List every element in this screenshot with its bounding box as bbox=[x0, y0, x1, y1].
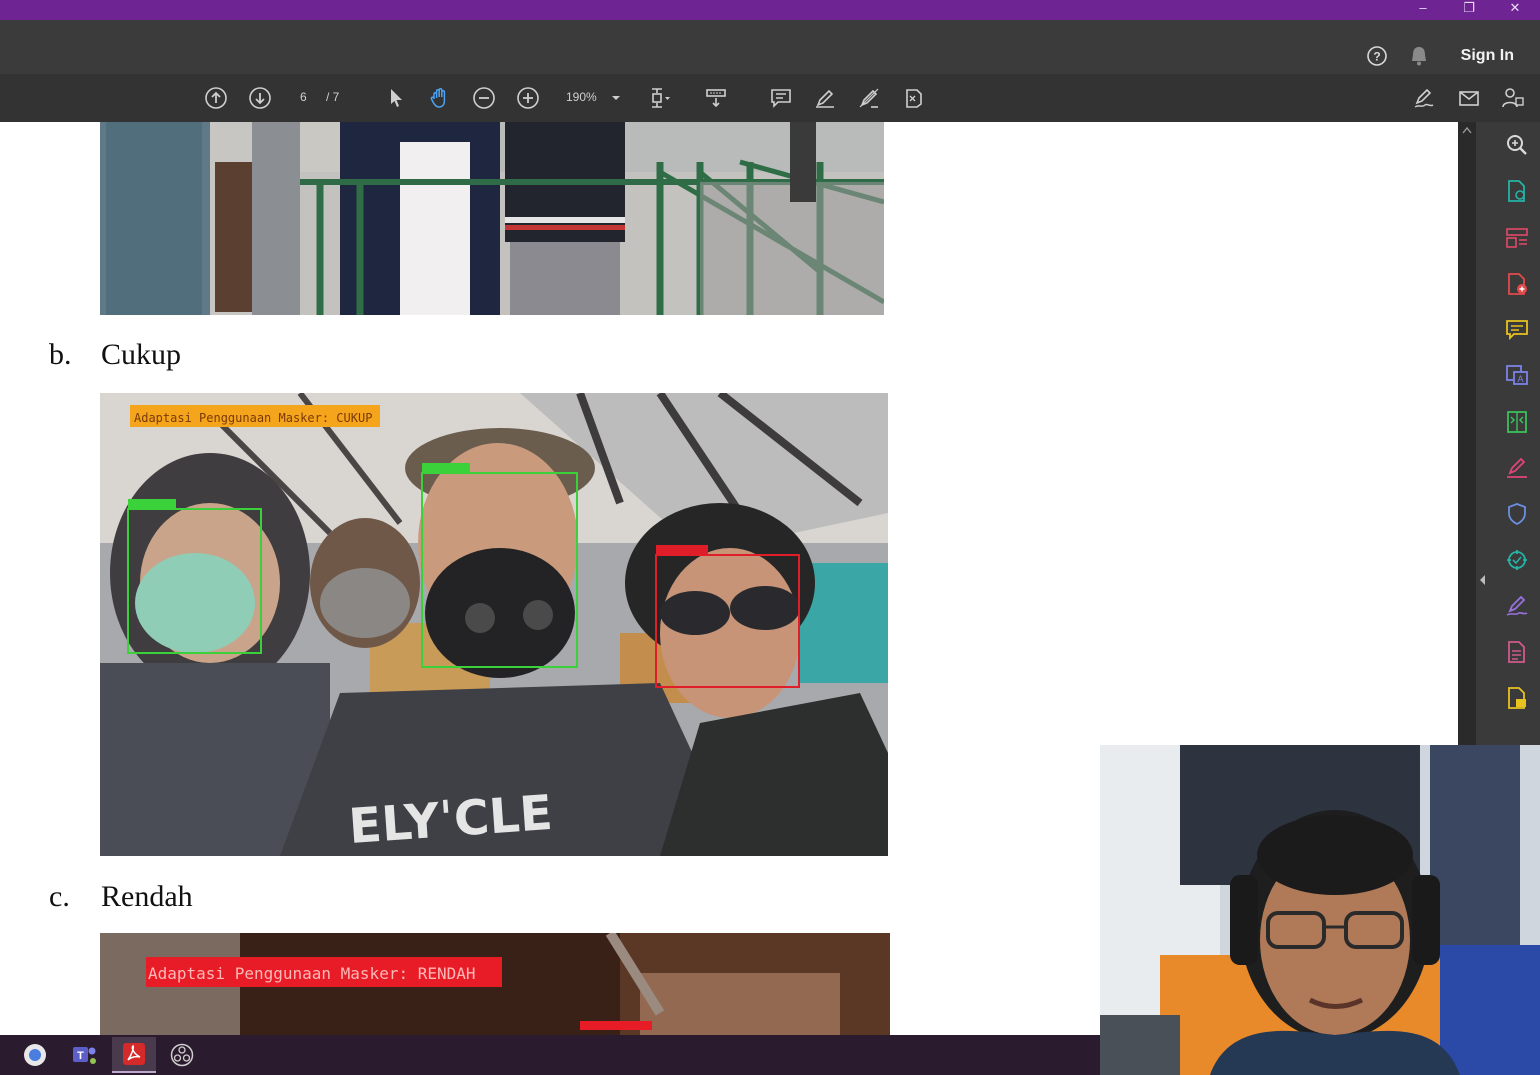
edit-pdf-icon[interactable] bbox=[1504, 547, 1530, 573]
search-icon[interactable] bbox=[1504, 132, 1530, 158]
bell-icon[interactable] bbox=[1409, 45, 1429, 67]
comment-icon[interactable] bbox=[767, 84, 795, 112]
collapse-panel-icon[interactable] bbox=[1479, 574, 1487, 586]
app-header: ? Sign In bbox=[0, 20, 1540, 74]
sign-icon[interactable] bbox=[1410, 84, 1438, 112]
protect-icon[interactable] bbox=[1504, 501, 1530, 527]
page-up-icon[interactable] bbox=[202, 84, 230, 112]
svg-text:?: ? bbox=[1373, 50, 1380, 64]
select-cursor-icon[interactable] bbox=[382, 84, 410, 112]
fit-page-icon[interactable] bbox=[646, 84, 674, 112]
scan-icon[interactable] bbox=[1504, 639, 1530, 665]
section-c-letter: c. bbox=[49, 880, 70, 913]
zoom-dropdown-icon[interactable] bbox=[604, 84, 628, 112]
stamp-icon[interactable] bbox=[899, 84, 927, 112]
zoom-in-icon[interactable] bbox=[514, 84, 542, 112]
page-number-input[interactable]: 6 bbox=[300, 90, 307, 104]
webcam-overlay bbox=[1100, 745, 1540, 1075]
section-b-heading: Cukup bbox=[101, 338, 182, 371]
highlight-pen-icon[interactable] bbox=[811, 84, 839, 112]
compress-icon[interactable] bbox=[1504, 409, 1530, 435]
zoom-out-icon[interactable] bbox=[470, 84, 498, 112]
help-icon[interactable]: ? bbox=[1366, 45, 1388, 67]
detection-image-cukup: ELYˈCLE Adaptasi Penggunaan Masker: CUKU… bbox=[100, 393, 888, 856]
zoom-level[interactable]: 190% bbox=[566, 90, 597, 104]
teams-icon[interactable]: T bbox=[62, 1037, 106, 1073]
detection-image-previous bbox=[100, 122, 884, 315]
create-pdf-icon[interactable] bbox=[1504, 271, 1530, 297]
comment-panel-icon[interactable] bbox=[1504, 317, 1530, 343]
account-icon[interactable] bbox=[1499, 84, 1527, 112]
page-total: / 7 bbox=[326, 90, 340, 104]
vertical-scrollbar[interactable] bbox=[1458, 122, 1476, 745]
banner-rendah-text: Adaptasi Penggunaan Masker: RENDAH bbox=[148, 964, 476, 983]
acrobat-icon[interactable] bbox=[112, 1037, 156, 1073]
sign-in-button[interactable]: Sign In bbox=[1461, 47, 1514, 65]
page-down-icon[interactable] bbox=[246, 84, 274, 112]
email-icon[interactable] bbox=[1455, 84, 1483, 112]
detection-image-rendah: Adaptasi Penggunaan Masker: RENDAH bbox=[100, 933, 890, 1035]
obs-icon[interactable] bbox=[160, 1037, 204, 1073]
request-signature-icon[interactable] bbox=[1504, 593, 1530, 619]
close-button[interactable]: ✕ bbox=[1492, 0, 1538, 20]
hand-tool-icon[interactable] bbox=[426, 84, 454, 112]
banner-cukup-text: Adaptasi Penggunaan Masker: CUKUP bbox=[134, 411, 372, 425]
scroll-up-icon[interactable] bbox=[1462, 126, 1472, 134]
chrome-icon[interactable] bbox=[13, 1037, 57, 1073]
window-titlebar: – ❐ ✕ bbox=[0, 0, 1540, 20]
restore-button[interactable]: ❐ bbox=[1446, 0, 1492, 20]
export-pdf-icon[interactable] bbox=[1504, 178, 1530, 204]
organize-pages-icon[interactable] bbox=[1504, 225, 1530, 251]
svg-text:T: T bbox=[77, 1050, 84, 1062]
scroll-mode-icon[interactable] bbox=[702, 84, 730, 112]
erase-pen-icon[interactable] bbox=[855, 84, 883, 112]
section-b-letter: b. bbox=[49, 338, 72, 371]
translate-icon[interactable]: A bbox=[1504, 362, 1530, 388]
minimize-button[interactable]: – bbox=[1400, 0, 1446, 20]
fill-sign-icon[interactable] bbox=[1504, 455, 1530, 481]
svg-text:A: A bbox=[1517, 374, 1523, 384]
section-c-heading: Rendah bbox=[101, 880, 193, 913]
more-tools-icon[interactable] bbox=[1504, 685, 1530, 711]
